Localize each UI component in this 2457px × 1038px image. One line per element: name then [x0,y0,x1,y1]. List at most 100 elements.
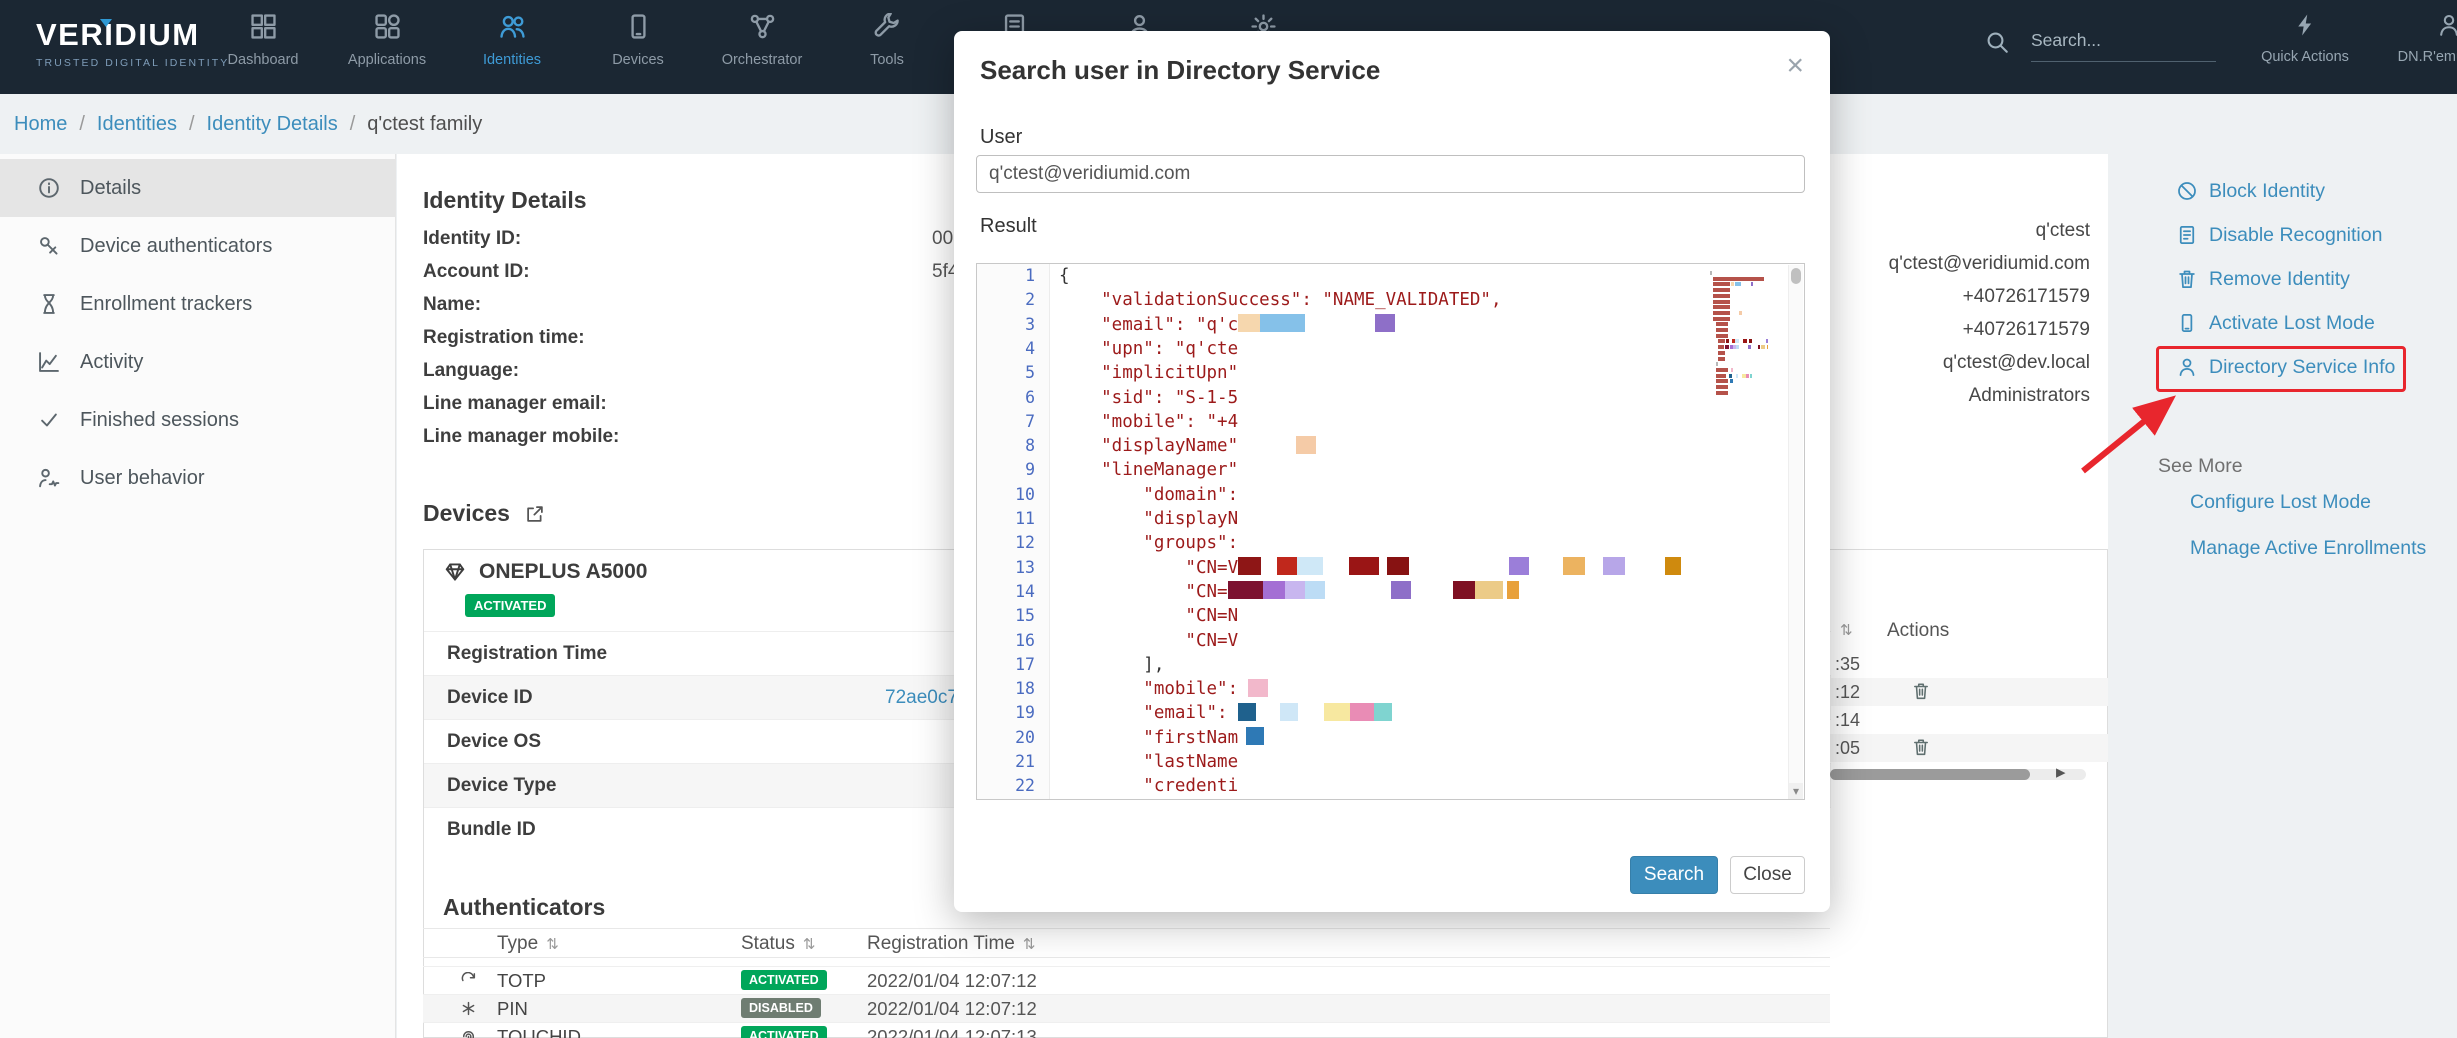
sidebar-item-user-behavior[interactable]: User behavior [0,449,396,507]
key-icon [38,235,60,257]
horizontal-scrollbar[interactable] [1830,769,2086,780]
nav-item-applications[interactable]: Applications [332,13,442,68]
editor-code: "credenti [1059,774,1238,798]
editor-code-text: "firstNam [1059,728,1238,748]
editor-line-number: 17 [977,653,1035,677]
user-menu[interactable]: DN.R'emuß G... [2384,13,2457,65]
trash-icon[interactable] [1912,738,1930,761]
nav-item-label: Orchestrator [707,52,817,68]
nav-item-orchestrator[interactable]: Orchestrator [707,13,817,68]
pin-icon [460,1000,477,1022]
sidebar-item-label: Enrollment trackers [80,293,252,316]
editor-code: "CN=N [1059,604,1238,628]
side-table-time: :12 [1830,678,1860,706]
external-link-icon[interactable] [525,504,545,524]
minimap-segment [1716,374,1727,378]
minimap-row [1710,328,1774,332]
sort-icon[interactable]: ⇅ [546,936,559,953]
minimap-segment [1718,339,1725,343]
sort-icon[interactable]: ⇅ [1840,616,1853,646]
editor-code-text: "displayName" [1059,436,1238,456]
nav-item-dashboard[interactable]: Dashboard [208,13,318,68]
redaction-block [1349,557,1379,575]
nav-item-devices[interactable]: Devices [583,13,693,68]
minimap-segment [1718,357,1725,361]
phone-icon [2177,313,2197,333]
sort-icon[interactable]: ⇅ [803,936,816,953]
auth-column-label: Type [497,933,538,954]
auth-column-type[interactable]: Type ⇅ [497,929,559,960]
see-more-link-manage-active-enrollments[interactable]: Manage Active Enrollments [2190,537,2426,560]
global-search: Search... [1985,30,2216,62]
close-button[interactable]: Close [1730,856,1805,894]
see-more-link-configure-lost-mode[interactable]: Configure Lost Mode [2190,491,2371,514]
sidebar-item-label: User behavior [80,467,205,490]
minimap-row [1710,357,1774,361]
auth-column-registration-time[interactable]: Registration Time⇅ [867,929,1035,960]
action-activate-lost-mode[interactable]: Activate Lost Mode [2177,301,2375,345]
editor-line-number: 11 [977,507,1035,531]
editor-code: "CN=V [1059,629,1238,653]
sidebar-item-finished-sessions[interactable]: Finished sessions [0,391,396,449]
trash-icon[interactable] [1912,682,1930,705]
editor-code-text: "sid": "S-1-5 [1059,388,1238,408]
devices-icon [625,13,652,40]
editor-line: 3 "email": "q'c [977,313,1804,337]
editor-line-number: 20 [977,726,1035,750]
quick-actions-icon [2293,13,2317,37]
sidebar-item-activity[interactable]: Activity [0,333,396,391]
close-icon[interactable]: × [1786,51,1804,81]
red-arrow [2055,383,2205,483]
search-button[interactable]: Search [1630,856,1718,894]
editor-code-text: "validationSuccess": "NAME_VALIDATED", [1059,290,1502,310]
quick-actions-label: Quick Actions [2250,49,2360,65]
minimap-segment [1713,317,1731,321]
editor-line-number: 3 [977,313,1035,337]
search-input[interactable]: Search... [2031,30,2216,62]
authenticator-row-pin: PINDISABLED2022/01/04 12:07:12 [423,994,1830,1022]
editor-line: 17 ], [977,653,1804,677]
editor-scrollbar-thumb[interactable] [1791,268,1801,284]
action-disable-recognition[interactable]: Disable Recognition [2177,213,2382,257]
nav-item-identities[interactable]: Identities [457,13,567,68]
minimap-row [1710,311,1774,315]
editor-code-text: "email": [1059,703,1228,723]
redaction-block [1379,557,1387,575]
editor-code-text: "CN=N [1059,606,1238,626]
quick-actions-button[interactable]: Quick Actions [2250,13,2360,65]
side-table-time: :14 [1830,706,1860,734]
editor-vertical-scrollbar[interactable]: ▾ [1788,265,1803,799]
action-block-identity[interactable]: Block Identity [2177,169,2325,213]
minimap-segment [1713,282,1731,286]
status-badge: ACTIVATED [741,970,827,990]
breadcrumb-link-home[interactable]: Home [14,113,67,136]
device-name: ONEPLUS A5000 [479,560,647,584]
scrollbar-thumb[interactable] [1830,769,2030,780]
sidebar-item-enrollment-trackers[interactable]: Enrollment trackers [0,275,396,333]
action-remove-identity[interactable]: Remove Identity [2177,257,2350,301]
sidebar: DetailsDevice authenticators Enrollment t… [0,154,396,1038]
minimap-row [1710,345,1774,349]
side-table-row: :05 [1830,734,2108,762]
sidebar-item-device-authenticators[interactable]: Device authenticators [0,217,396,275]
authenticator-row-touchid: TOUCHIDACTIVATED2022/01/04 12:07:13 [423,1022,1830,1038]
scroll-down-icon[interactable]: ▾ [1789,783,1803,799]
sort-icon[interactable]: ⇅ [1023,936,1036,953]
redaction-block [1387,557,1409,575]
scroll-right-icon[interactable]: ▸ [2056,761,2066,784]
editor-code: "groups": [1059,531,1238,555]
nav-item-tools[interactable]: Tools [832,13,942,68]
redaction-block [1260,314,1305,332]
auth-column-status[interactable]: Status⇅ [741,929,815,960]
user-search-input[interactable] [976,155,1805,193]
redaction-block [1228,581,1263,599]
editor-line-number: 2 [977,288,1035,312]
minimap-segment [1725,345,1730,349]
redaction-block [1391,581,1411,599]
breadcrumb-link-identity-details[interactable]: Identity Details [207,113,338,136]
sidebar-item-details[interactable]: Details [0,159,396,217]
editor-line-number: 22 [977,774,1035,798]
json-result-editor[interactable]: 1{2 "validationSuccess": "NAME_VALIDATED… [976,263,1805,800]
breadcrumb-link-identities[interactable]: Identities [97,113,177,136]
veridium-logo[interactable]: VERIDIUM TRUSTED DIGITAL IDENTITY [36,17,229,69]
